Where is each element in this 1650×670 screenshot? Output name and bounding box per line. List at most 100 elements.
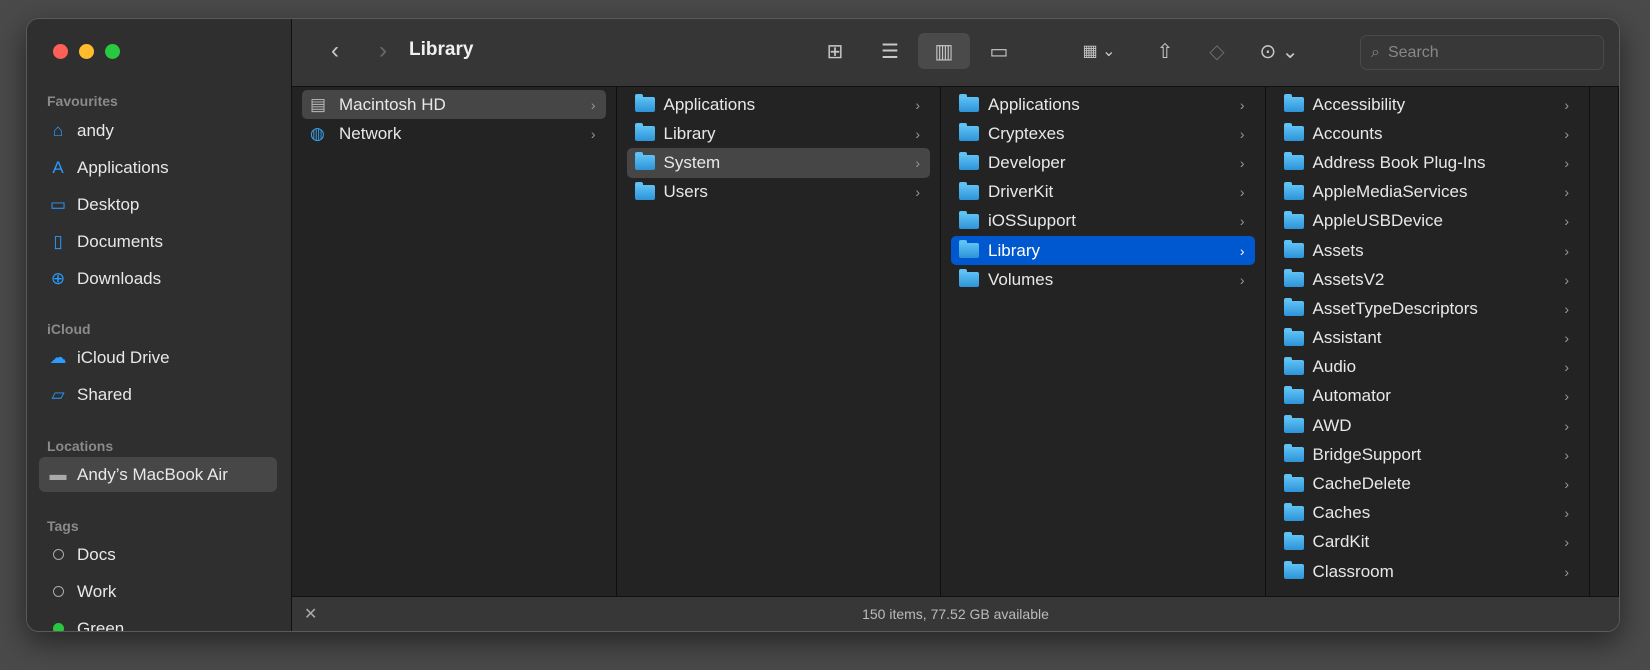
list-item[interactable]: Audio ›: [1276, 353, 1580, 382]
folder-icon: [1283, 385, 1304, 404]
item-label: CacheDelete: [1312, 474, 1411, 494]
folder-icon: [1283, 561, 1304, 580]
chevron-right-icon: ›: [1564, 184, 1570, 201]
sidebar-item-downloads[interactable]: ⊕ Downloads: [39, 261, 277, 296]
folder-icon: [1283, 269, 1304, 288]
sidebar-tag-work[interactable]: Work: [39, 574, 277, 609]
zoom-button[interactable]: [105, 44, 120, 59]
applications-icon: A: [52, 157, 64, 177]
list-item[interactable]: CacheDelete ›: [1276, 469, 1580, 498]
item-label: CardKit: [1312, 532, 1370, 552]
sidebar-item-icloud-drive[interactable]: ☁ iCloud Drive: [39, 340, 277, 375]
chevron-right-icon: ›: [1239, 125, 1245, 142]
sidebar-item-desktop[interactable]: ▭ Desktop: [39, 187, 277, 222]
item-label: Applications: [663, 94, 756, 114]
forward-button[interactable]: ›: [366, 33, 400, 69]
section-tags: Tags: [47, 518, 79, 534]
collapse-icon[interactable]: ✕: [304, 604, 317, 624]
list-item[interactable]: Applications ›: [627, 90, 931, 119]
chevron-right-icon: ›: [1564, 417, 1570, 434]
list-item[interactable]: Automator ›: [1276, 382, 1580, 411]
list-item[interactable]: AssetsV2 ›: [1276, 265, 1580, 294]
item-label: System: [663, 152, 721, 172]
list-item[interactable]: ◍ Network ›: [302, 119, 606, 148]
item-label: Users: [663, 182, 708, 202]
list-item[interactable]: Classroom ›: [1276, 557, 1580, 586]
folder-icon: [959, 94, 980, 113]
tag-button[interactable]: ◇: [1200, 33, 1234, 69]
sidebar-item-andy[interactable]: ⌂ andy: [39, 113, 277, 148]
list-item[interactable]: CardKit ›: [1276, 528, 1580, 557]
sidebar-item-macbook-air[interactable]: ▬ Andy’s MacBook Air: [39, 457, 277, 492]
search-field[interactable]: ⌕ Search: [1360, 35, 1604, 70]
folder-icon: [1283, 152, 1304, 171]
list-item[interactable]: DriverKit ›: [951, 178, 1255, 207]
list-item[interactable]: Cryptexes ›: [951, 119, 1255, 148]
chevron-right-icon: ›: [1239, 154, 1245, 171]
item-label: Library: [663, 123, 716, 143]
list-view-button[interactable]: ☰: [873, 33, 907, 69]
chevron-right-icon: ›: [1239, 96, 1245, 113]
sidebar-item-applications[interactable]: A Applications: [39, 150, 277, 185]
list-item[interactable]: AppleUSBDevice ›: [1276, 207, 1580, 236]
list-item[interactable]: System ›: [626, 148, 931, 178]
sidebar-item-label: Green: [77, 618, 125, 632]
list-item[interactable]: Users ›: [627, 178, 931, 207]
share-button[interactable]: ⇧: [1148, 33, 1182, 69]
gallery-view-button[interactable]: ▭: [981, 33, 1017, 69]
chevron-right-icon: ›: [590, 125, 596, 142]
item-label: AssetTypeDescriptors: [1312, 298, 1478, 318]
list-item[interactable]: Address Book Plug-Ins ›: [1276, 148, 1580, 177]
column-view-button[interactable]: ▥: [918, 33, 970, 69]
column-browser: ▤ Macintosh HD › ◍ Network › Applications › Lib…: [292, 87, 1619, 596]
list-item[interactable]: iOSSupport ›: [951, 207, 1255, 236]
folder-icon: [634, 94, 655, 113]
sidebar-item-shared[interactable]: ▱ Shared: [39, 377, 277, 412]
sidebar-item-documents[interactable]: ▯ Documents: [39, 224, 277, 259]
sidebar-item-label: Documents: [77, 231, 163, 251]
list-item[interactable]: Accounts ›: [1276, 119, 1580, 148]
sidebar: Favourites ⌂ andy A Applications ▭ Desktop …: [27, 19, 292, 631]
chevron-right-icon: ›: [1564, 271, 1570, 288]
list-item[interactable]: Assistant ›: [1276, 324, 1580, 353]
item-label: iOSSupport: [988, 211, 1076, 231]
folder-icon: [1283, 473, 1304, 492]
list-item[interactable]: AWD ›: [1276, 411, 1580, 440]
window-controls: [53, 44, 120, 59]
list-item[interactable]: Library ›: [627, 119, 931, 148]
sidebar-tag-green[interactable]: Green: [39, 611, 277, 632]
sidebar-tag-docs[interactable]: Docs: [39, 537, 277, 572]
close-button[interactable]: [53, 44, 68, 59]
more-actions-button[interactable]: ⊙ ⌄: [1252, 33, 1306, 69]
list-item[interactable]: Caches ›: [1276, 499, 1580, 528]
back-button[interactable]: ‹: [318, 33, 352, 69]
column-4: Accessibility › Accounts › Address Book Plug…: [1266, 87, 1591, 596]
list-item[interactable]: Volumes ›: [951, 265, 1255, 294]
list-item[interactable]: Developer ›: [951, 148, 1255, 177]
group-button[interactable]: ▦ ⌄: [1073, 33, 1125, 69]
status-bar: ✕ 150 items, 77.52 GB available: [292, 596, 1619, 631]
list-item[interactable]: Assets ›: [1276, 236, 1580, 265]
column-5: [1590, 87, 1619, 596]
minimize-button[interactable]: [79, 44, 94, 59]
search-icon: ⌕: [1371, 43, 1380, 61]
item-label: Library: [988, 240, 1040, 260]
house-icon: ⌂: [52, 120, 64, 140]
list-item[interactable]: AssetTypeDescriptors ›: [1276, 294, 1580, 323]
list-item[interactable]: Library ›: [951, 235, 1255, 266]
list-item[interactable]: AppleMediaServices ›: [1276, 178, 1580, 207]
chevron-right-icon: ›: [1239, 242, 1245, 259]
shared-folder-icon: ▱: [51, 384, 65, 404]
chevron-right-icon: ›: [1564, 446, 1570, 463]
list-item[interactable]: ▤ Macintosh HD ›: [302, 90, 606, 120]
icon-view-button[interactable]: ⊞: [818, 33, 852, 69]
folder-icon: [634, 152, 655, 171]
list-item[interactable]: Accessibility ›: [1276, 90, 1580, 119]
column-2: Applications › Library › System › Users ›: [617, 87, 942, 596]
list-item[interactable]: Applications ›: [951, 90, 1255, 119]
item-label: Volumes: [988, 269, 1054, 289]
download-icon: ⊕: [50, 268, 66, 288]
chevron-right-icon: ›: [1564, 213, 1570, 230]
window-title: Library: [409, 39, 474, 60]
list-item[interactable]: BridgeSupport ›: [1276, 440, 1580, 469]
